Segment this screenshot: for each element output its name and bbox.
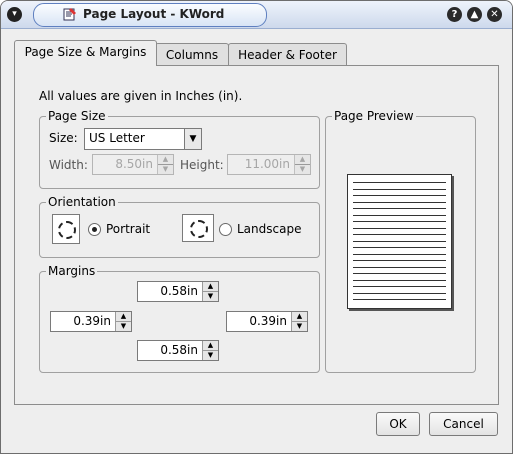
maximize-icon[interactable]: ▲ xyxy=(467,7,482,22)
arrow-up-icon[interactable]: ▲ xyxy=(295,155,310,165)
arrow-down-icon[interactable]: ▼ xyxy=(295,165,310,174)
group-legend: Page Preview xyxy=(332,109,416,123)
preview-line xyxy=(353,253,446,255)
ok-label: OK xyxy=(389,417,407,431)
preview-line xyxy=(353,234,446,235)
preview-line xyxy=(353,188,446,190)
tab-label: Columns xyxy=(165,48,219,62)
landscape-icon xyxy=(182,214,214,242)
arrow-up-icon[interactable]: ▲ xyxy=(292,312,307,322)
height-stepper[interactable]: ▲ ▼ xyxy=(294,155,310,174)
preview-line xyxy=(353,195,446,196)
preview-line xyxy=(353,214,446,216)
preview-line xyxy=(353,240,446,242)
dialog-window: ▾ Page Layout - KWord ? ▲ ✕ Page Size & … xyxy=(0,0,513,454)
tab-label: Header & Footer xyxy=(238,48,337,62)
margin-left-spinbox[interactable]: 0.39in ▲ ▼ xyxy=(50,311,132,332)
close-icon[interactable]: ✕ xyxy=(487,7,502,22)
arrow-down-icon[interactable]: ▼ xyxy=(158,165,173,174)
portrait-label[interactable]: Portrait xyxy=(106,222,150,236)
margin-bottom-stepper[interactable]: ▲ ▼ xyxy=(202,341,218,360)
help-icon[interactable]: ? xyxy=(447,7,462,22)
tab-columns[interactable]: Columns xyxy=(155,43,229,66)
arrow-down-icon[interactable]: ▼ xyxy=(292,322,307,331)
margin-left-value: 0.39in xyxy=(73,314,111,328)
ok-button[interactable]: OK xyxy=(376,412,420,436)
preview-line xyxy=(353,182,446,183)
landscape-label[interactable]: Landscape xyxy=(237,222,301,236)
arrow-down-icon[interactable]: ▼ xyxy=(203,351,218,360)
preview-line xyxy=(353,208,446,209)
margin-left-stepper[interactable]: ▲ ▼ xyxy=(115,312,131,331)
arrow-down-icon[interactable]: ▼ xyxy=(203,292,218,301)
margin-bottom-value: 0.58in xyxy=(160,343,198,357)
arrow-up-icon[interactable]: ▲ xyxy=(158,155,173,165)
group-legend: Orientation xyxy=(46,195,118,209)
height-label: Height: xyxy=(180,158,224,172)
cancel-button[interactable]: Cancel xyxy=(429,412,498,436)
units-info-text: All values are given in Inches (in). xyxy=(39,89,243,103)
preview-line xyxy=(353,299,446,300)
margin-right-stepper[interactable]: ▲ ▼ xyxy=(291,312,307,331)
width-label: Width: xyxy=(49,158,88,172)
preview-line xyxy=(353,201,446,203)
height-value: 11.00in xyxy=(244,157,290,171)
arrow-down-icon[interactable]: ▼ xyxy=(116,322,131,331)
width-spinbox[interactable]: 8.50in ▲ ▼ xyxy=(92,154,174,175)
preview-line xyxy=(353,266,446,268)
portrait-icon xyxy=(52,214,80,244)
width-value: 8.50in xyxy=(115,157,153,171)
margin-bottom-spinbox[interactable]: 0.58in ▲ ▼ xyxy=(137,340,219,361)
title-bar[interactable]: ▾ Page Layout - KWord ? ▲ ✕ xyxy=(1,1,512,29)
height-spinbox[interactable]: 11.00in ▲ ▼ xyxy=(227,154,311,175)
arrow-up-icon[interactable]: ▲ xyxy=(203,282,218,292)
group-legend: Page Size xyxy=(46,109,108,123)
chevron-down-icon[interactable]: ▼ xyxy=(184,129,201,149)
preview-line xyxy=(353,279,446,281)
preview-line xyxy=(353,273,446,274)
tab-page-size-margins[interactable]: Page Size & Margins xyxy=(14,40,157,66)
preview-line xyxy=(353,260,446,261)
margin-top-stepper[interactable]: ▲ ▼ xyxy=(202,282,218,301)
window-menu-icon[interactable]: ▾ xyxy=(7,7,22,22)
window-title: Page Layout - KWord xyxy=(83,7,225,21)
tab-header-footer[interactable]: Header & Footer xyxy=(228,43,347,66)
preview-line xyxy=(353,221,446,222)
margin-right-value: 0.39in xyxy=(249,314,287,328)
preview-line xyxy=(353,286,446,287)
width-stepper[interactable]: ▲ ▼ xyxy=(157,155,173,174)
arrow-up-icon[interactable]: ▲ xyxy=(203,341,218,351)
preview-line xyxy=(353,247,446,248)
size-select[interactable]: US Letter ▼ xyxy=(84,128,202,150)
size-label: Size: xyxy=(49,131,78,145)
group-legend: Margins xyxy=(46,264,98,278)
arrow-up-icon[interactable]: ▲ xyxy=(116,312,131,322)
preview-line xyxy=(353,227,446,229)
kword-app-icon xyxy=(63,8,76,21)
landscape-radio[interactable] xyxy=(219,223,232,236)
tab-label: Page Size & Margins xyxy=(24,45,147,59)
margin-top-value: 0.58in xyxy=(160,284,198,298)
size-select-value: US Letter xyxy=(89,131,145,145)
page-size-group: Page Size xyxy=(39,109,320,189)
page-preview xyxy=(347,174,452,309)
margin-top-spinbox[interactable]: 0.58in ▲ ▼ xyxy=(137,281,219,302)
preview-line xyxy=(353,292,446,294)
portrait-radio[interactable] xyxy=(88,223,101,236)
margin-right-spinbox[interactable]: 0.39in ▲ ▼ xyxy=(226,311,308,332)
cancel-label: Cancel xyxy=(443,417,484,431)
